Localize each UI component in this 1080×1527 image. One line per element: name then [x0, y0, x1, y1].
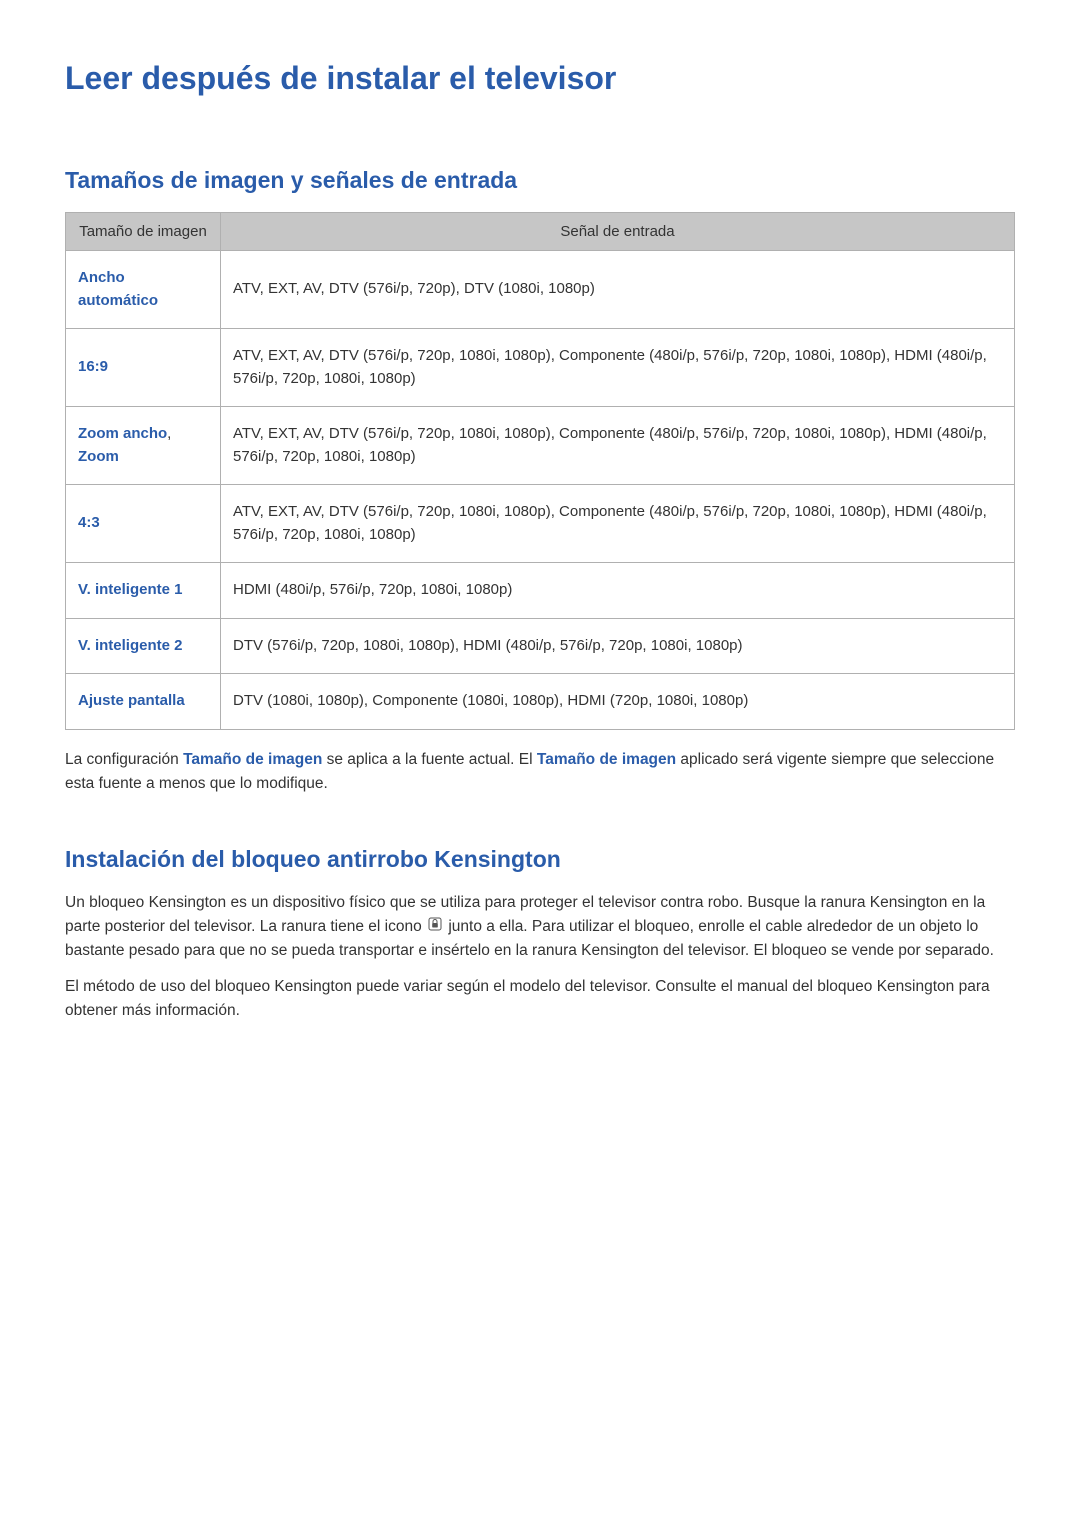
- image-size-note: La configuración Tamaño de imagen se apl…: [65, 748, 1015, 796]
- image-size-signal-table: Tamaño de imagen Señal de entrada Ancho …: [65, 212, 1015, 730]
- table-header-signal: Señal de entrada: [221, 213, 1015, 251]
- signal-value: ATV, EXT, AV, DTV (576i/p, 720p), DTV (1…: [221, 251, 1015, 329]
- term-image-size: Tamaño de imagen: [183, 751, 322, 768]
- signal-value: DTV (1080i, 1080p), Componente (1080i, 1…: [221, 674, 1015, 730]
- size-label: 4:3: [66, 485, 221, 563]
- kensington-paragraph-1: Un bloqueo Kensington es un dispositivo …: [65, 891, 1015, 963]
- signal-value: ATV, EXT, AV, DTV (576i/p, 720p, 1080i, …: [221, 485, 1015, 563]
- signal-value: DTV (576i/p, 720p, 1080i, 1080p), HDMI (…: [221, 618, 1015, 674]
- table-header-size: Tamaño de imagen: [66, 213, 221, 251]
- term-image-size: Tamaño de imagen: [537, 751, 676, 768]
- size-label: Ajuste pantalla: [66, 674, 221, 730]
- kensington-lock-icon: [428, 915, 442, 939]
- section-title-kensington: Instalación del bloqueo antirrobo Kensin…: [65, 846, 1015, 873]
- size-label: Ancho automático: [66, 251, 221, 329]
- size-label: 16:9: [66, 329, 221, 407]
- table-row: 4:3 ATV, EXT, AV, DTV (576i/p, 720p, 108…: [66, 485, 1015, 563]
- table-row: V. inteligente 2 DTV (576i/p, 720p, 1080…: [66, 618, 1015, 674]
- table-row: Zoom ancho, Zoom ATV, EXT, AV, DTV (576i…: [66, 407, 1015, 485]
- table-row: Ancho automático ATV, EXT, AV, DTV (576i…: [66, 251, 1015, 329]
- table-row: Ajuste pantalla DTV (1080i, 1080p), Comp…: [66, 674, 1015, 730]
- table-row: 16:9 ATV, EXT, AV, DTV (576i/p, 720p, 10…: [66, 329, 1015, 407]
- size-label: V. inteligente 2: [66, 618, 221, 674]
- signal-value: ATV, EXT, AV, DTV (576i/p, 720p, 1080i, …: [221, 407, 1015, 485]
- signal-value: HDMI (480i/p, 576i/p, 720p, 1080i, 1080p…: [221, 563, 1015, 619]
- size-label: Zoom ancho, Zoom: [66, 407, 221, 485]
- signal-value: ATV, EXT, AV, DTV (576i/p, 720p, 1080i, …: [221, 329, 1015, 407]
- size-label: V. inteligente 1: [66, 563, 221, 619]
- table-row: V. inteligente 1 HDMI (480i/p, 576i/p, 7…: [66, 563, 1015, 619]
- kensington-paragraph-2: El método de uso del bloqueo Kensington …: [65, 975, 1015, 1023]
- page-title: Leer después de instalar el televisor: [65, 60, 1015, 97]
- section-title-image-sizes: Tamaños de imagen y señales de entrada: [65, 167, 1015, 194]
